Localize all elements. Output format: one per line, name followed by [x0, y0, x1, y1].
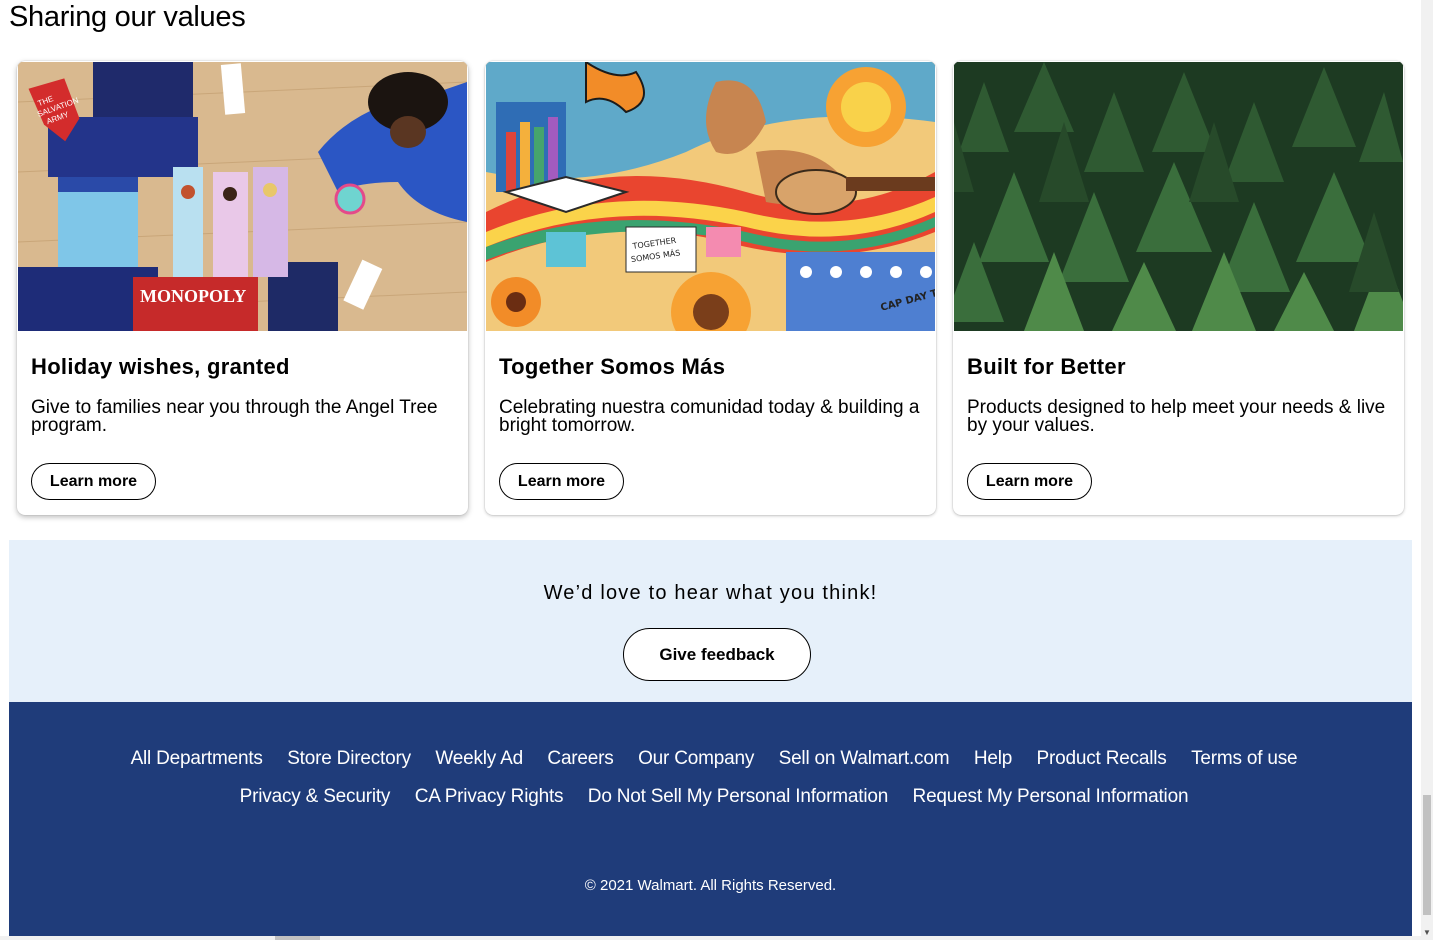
monopoly-text: MONOPOLY	[140, 286, 246, 306]
card-description: Give to families near you through the An…	[31, 397, 438, 436]
footer-links: All Departments Store Directory Weekly A…	[69, 740, 1359, 816]
footer-link-ca-privacy-rights[interactable]: CA Privacy Rights	[415, 778, 564, 815]
footer-link-our-company[interactable]: Our Company	[638, 740, 754, 777]
learn-more-button[interactable]: Learn more	[31, 463, 156, 500]
card-title: Together Somos Más	[499, 354, 726, 379]
feedback-section: We’d love to hear what you think! Give f…	[9, 540, 1412, 702]
card-together-somos-mas: TOGETHER SOMOS MÁS CAP DAY TON Together …	[485, 61, 936, 515]
footer-link-terms-of-use[interactable]: Terms of use	[1191, 740, 1298, 777]
card-holiday-wishes: MONOPOLY THE SALVATION ARMY Holiday wish…	[17, 61, 468, 515]
footer-link-weekly-ad[interactable]: Weekly Ad	[435, 740, 523, 777]
card-title: Holiday wishes, granted	[31, 354, 290, 379]
heritage-illustration-image: TOGETHER SOMOS MÁS CAP DAY TON	[486, 62, 935, 331]
horizontal-scrollbar-thumb[interactable]	[275, 936, 320, 940]
footer-link-all-departments[interactable]: All Departments	[131, 740, 263, 777]
footer-link-privacy-security[interactable]: Privacy & Security	[240, 778, 391, 815]
footer-link-sell-on-walmart[interactable]: Sell on Walmart.com	[779, 740, 950, 777]
card-image-toys[interactable]: MONOPOLY THE SALVATION ARMY	[18, 62, 467, 331]
page: Sharing our values MONOPOLY THE SALVATIO…	[0, 0, 1421, 940]
learn-more-button[interactable]: Learn more	[499, 463, 624, 500]
learn-more-button[interactable]: Learn more	[967, 463, 1092, 500]
card-built-for-better: Built for Better Products designed to he…	[953, 61, 1404, 515]
footer-link-product-recalls[interactable]: Product Recalls	[1037, 740, 1167, 777]
footer-link-store-directory[interactable]: Store Directory	[287, 740, 411, 777]
card-description: Celebrating nuestra comunidad today & bu…	[499, 397, 920, 436]
footer-link-careers[interactable]: Careers	[547, 740, 613, 777]
footer-link-do-not-sell[interactable]: Do Not Sell My Personal Information	[588, 778, 888, 815]
section-title: Sharing our values	[9, 1, 246, 33]
card-image-illustration[interactable]: TOGETHER SOMOS MÁS CAP DAY TON	[486, 62, 935, 331]
vertical-scrollbar[interactable]: ▼	[1421, 0, 1433, 940]
scroll-down-arrow-icon[interactable]: ▼	[1421, 926, 1433, 940]
card-description: Products designed to help meet your need…	[967, 397, 1386, 436]
toys-gifts-image: MONOPOLY THE SALVATION ARMY	[18, 62, 467, 331]
forest-image	[954, 62, 1403, 331]
card-title: Built for Better	[967, 354, 1126, 379]
copyright-text: © 2021 Walmart. All Rights Reserved.	[584, 877, 837, 894]
footer-link-request-personal-info[interactable]: Request My Personal Information	[913, 778, 1189, 815]
give-feedback-button[interactable]: Give feedback	[623, 628, 811, 681]
footer: All Departments Store Directory Weekly A…	[9, 702, 1412, 940]
card-image-forest[interactable]	[954, 62, 1403, 331]
scrollbar-thumb[interactable]	[1423, 795, 1431, 915]
horizontal-scrollbar[interactable]	[0, 936, 1421, 940]
values-cards: MONOPOLY THE SALVATION ARMY Holiday wish…	[17, 61, 1405, 515]
footer-link-help[interactable]: Help	[974, 740, 1012, 777]
feedback-prompt: We’d love to hear what you think!	[543, 582, 878, 604]
